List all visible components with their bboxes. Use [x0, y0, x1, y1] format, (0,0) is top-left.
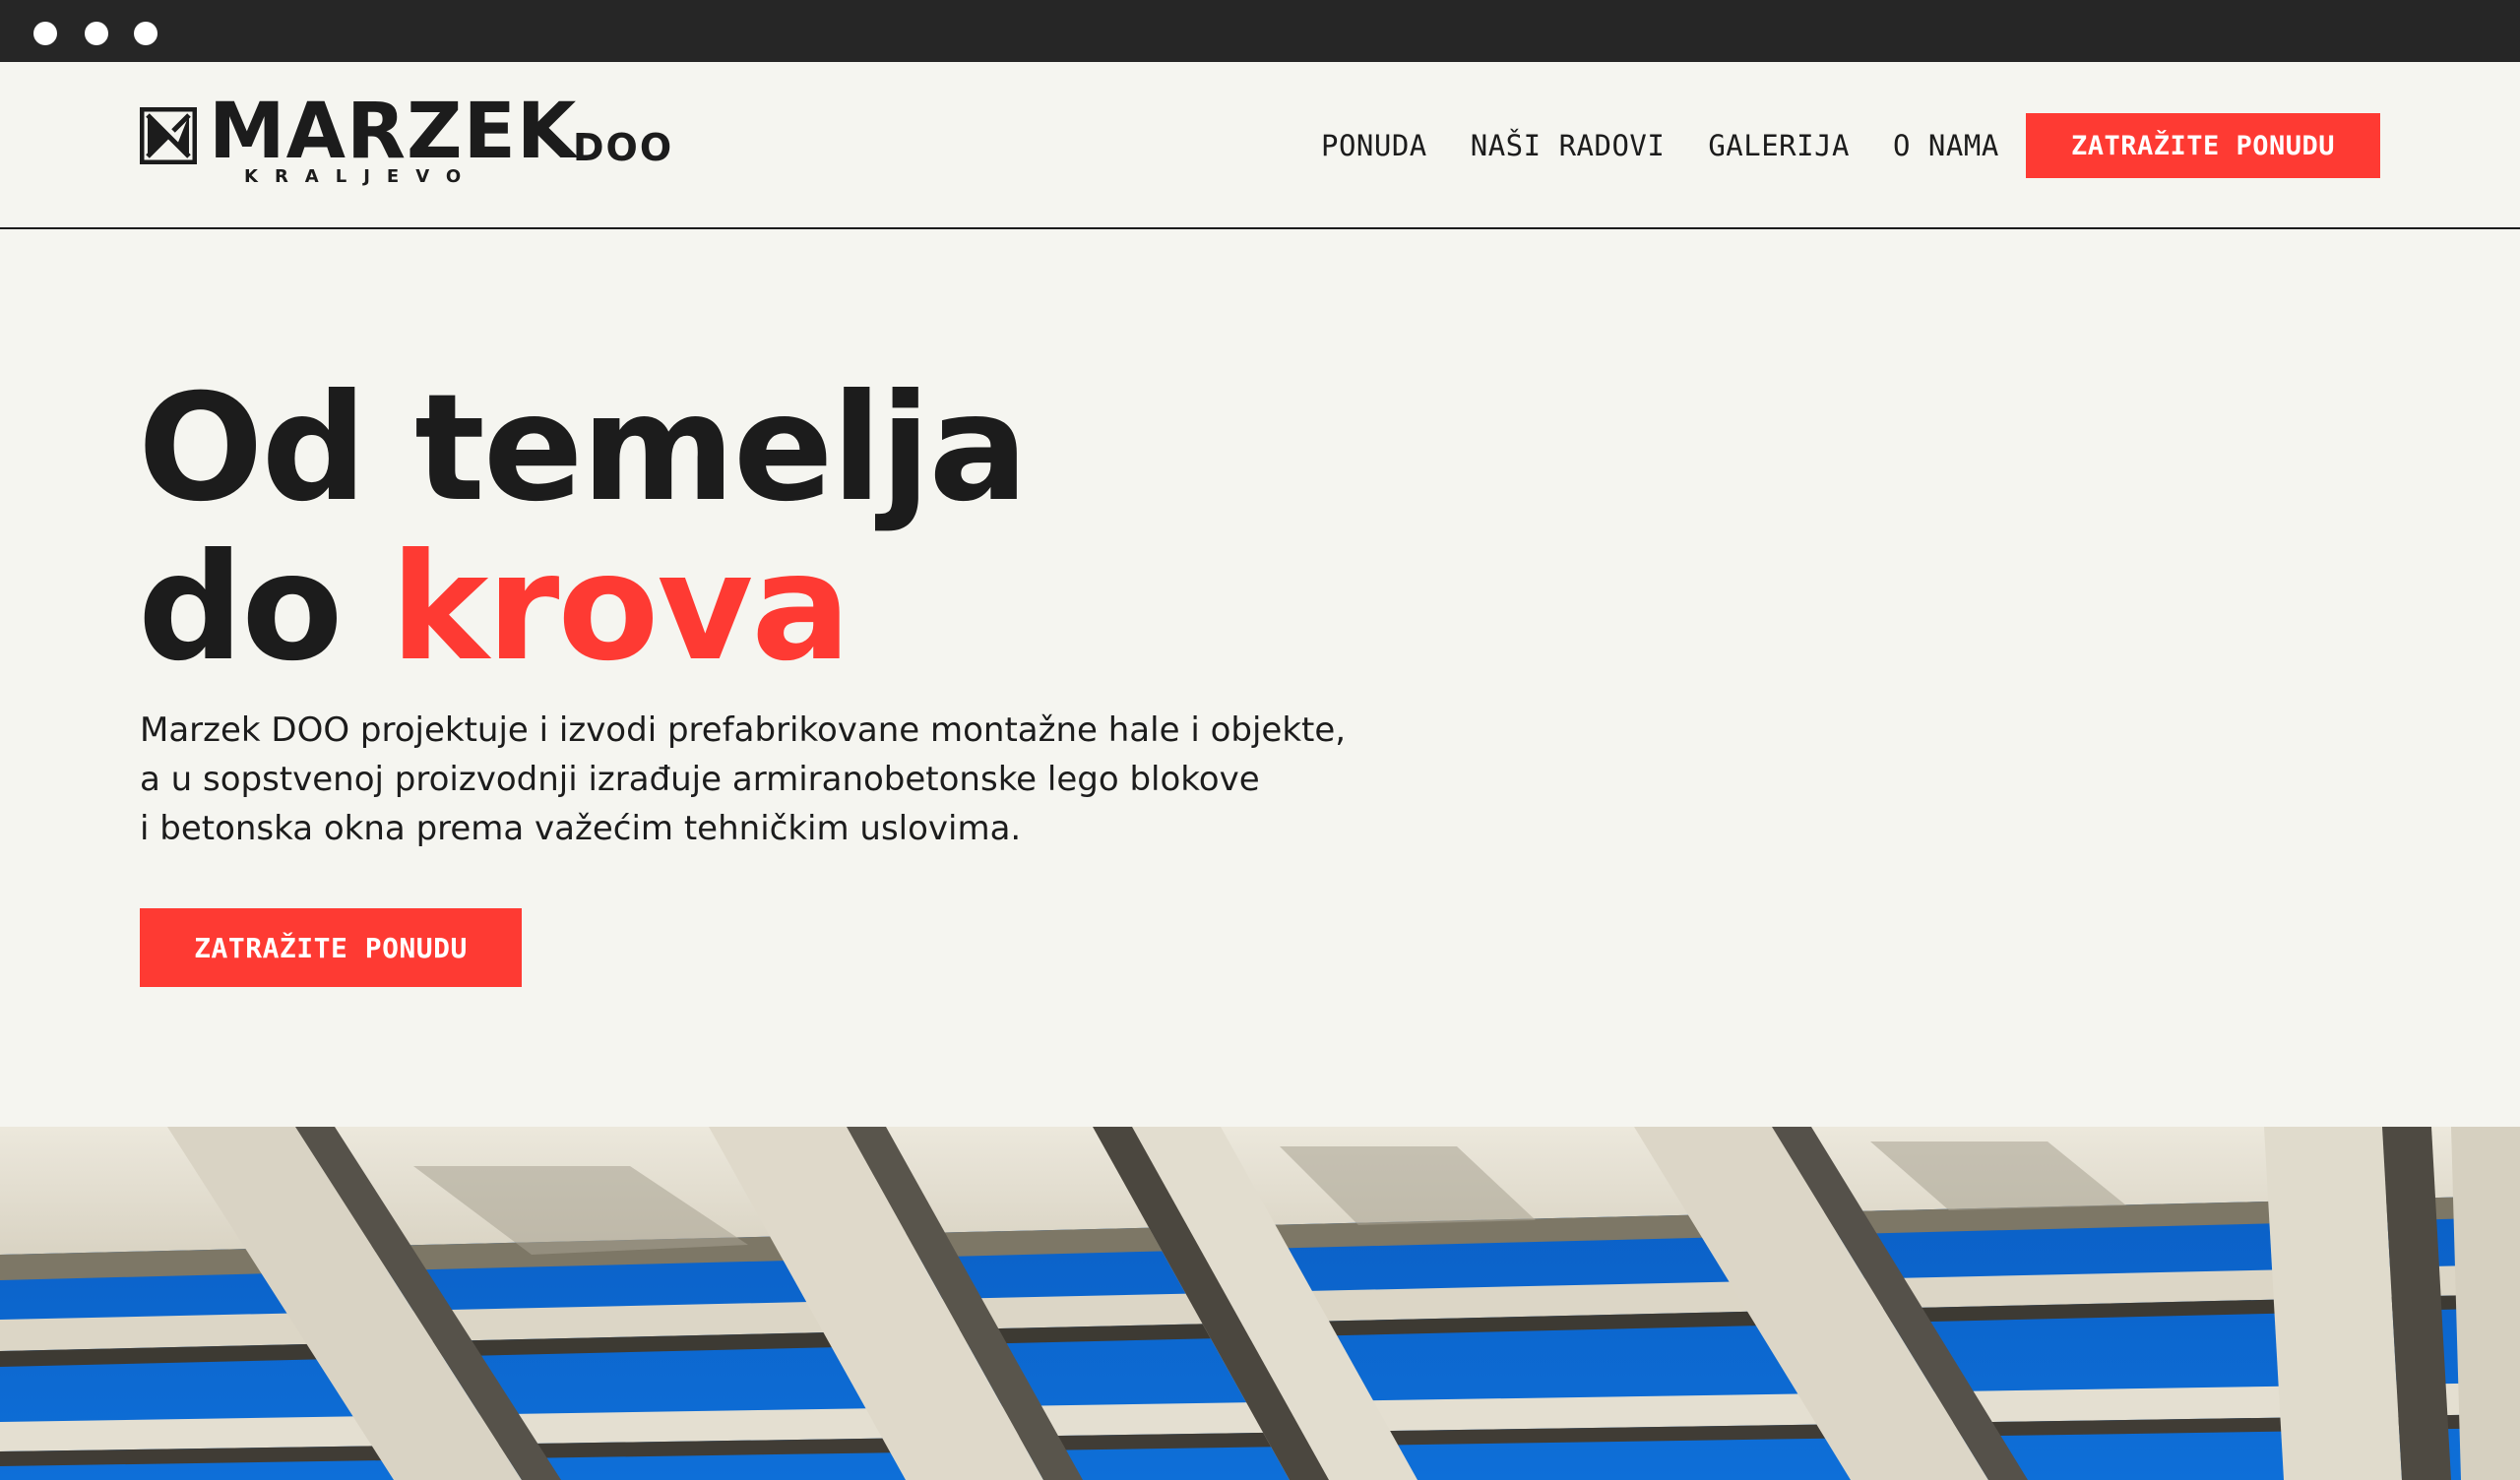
logo-suffix: DOO [573, 126, 674, 169]
hero-description-line: a u sopstvenoj proizvodnji izrađuje armi… [140, 760, 1260, 799]
browser-title-bar [0, 0, 2520, 62]
main-nav: PONUDA NAŠI RADOVI GALERIJA O NAMA [1299, 62, 2021, 229]
logo-city: KRALJEVO [244, 166, 478, 187]
nav-link-ponuda[interactable]: PONUDA [1321, 129, 1427, 162]
site-header: MARZEK DOO KRALJEVO PONUDA NAŠI RADOVI G… [0, 62, 2520, 229]
concrete-structure-photo [0, 1127, 2520, 1480]
nav-link-galerija[interactable]: GALERIJA [1708, 129, 1850, 162]
hero-title: Od temelja do krova [138, 369, 1029, 688]
window-close-dot[interactable] [33, 22, 57, 45]
hero-description-line: i betonska okna prema važećim tehničkim … [140, 809, 1022, 848]
logo-link[interactable]: MARZEK DOO KRALJEVO [140, 93, 674, 190]
header-request-quote-button[interactable]: ZATRAŽITE PONUDU [2026, 113, 2380, 178]
hero-section: Od temelja do krova Marzek DOO projektuj… [0, 231, 2520, 1127]
hero-request-quote-button[interactable]: ZATRAŽITE PONUDU [140, 908, 522, 987]
hero-description-line: Marzek DOO projektuje i izvodi prefabrik… [140, 710, 1347, 750]
hero-description: Marzek DOO projektuje i izvodi prefabrik… [140, 706, 1439, 853]
hero-title-accent: krova [390, 523, 851, 694]
logo-wordmark: MARZEK [209, 88, 578, 176]
marzek-logo-mark-icon [140, 107, 197, 164]
nav-link-o-nama[interactable]: O NAMA [1893, 129, 1999, 162]
hero-title-line-1: Od temelja [138, 363, 1029, 534]
nav-link-nasi-radovi[interactable]: NAŠI RADOVI [1471, 129, 1666, 162]
concrete-structure-illustration [0, 1127, 2520, 1480]
window-minimize-dot[interactable] [85, 22, 108, 45]
hero-title-line-2-prefix: do [138, 523, 391, 694]
window-maximize-dot[interactable] [134, 22, 158, 45]
